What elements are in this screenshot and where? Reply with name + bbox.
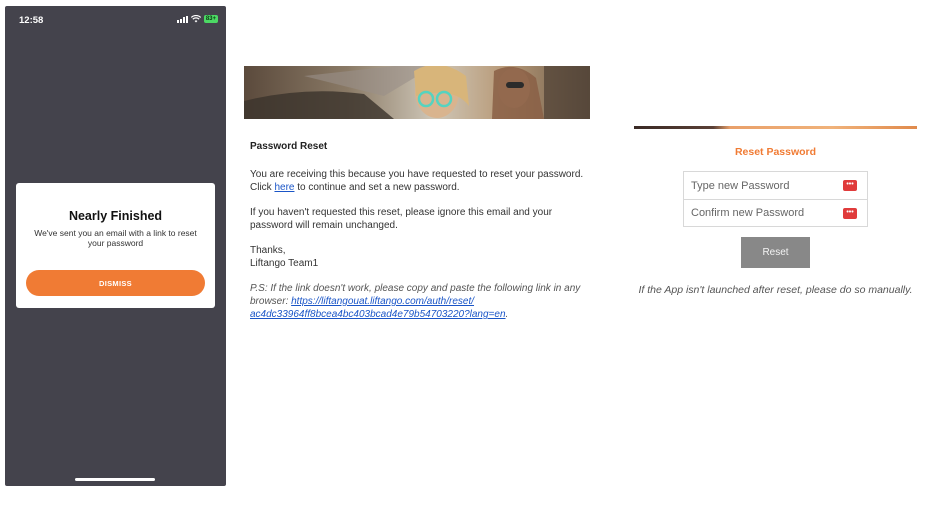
email-ps: P.S: If the link doesn't work, please co… [250, 283, 581, 320]
email-thanks: Thanks, [250, 245, 286, 256]
confirm-password-input[interactable] [684, 200, 867, 226]
reset-title: Reset Password [734, 146, 817, 158]
status-icons: 83+ [176, 15, 218, 23]
confirm-password-field: ••• [684, 199, 867, 226]
email-paragraph-request: You are receiving this because you have … [250, 169, 584, 193]
email-paragraph-ignore: If you haven't requested this reset, ple… [250, 207, 553, 231]
modal-message: We've sent you an email with a link to r… [34, 228, 197, 248]
phone-screen: 12:58 83+ Nearly Finished We've sent you… [5, 6, 226, 486]
dismiss-button[interactable]: DISMISS [26, 270, 205, 296]
reset-note: If the App isn't launched after reset, p… [638, 284, 913, 296]
nearly-finished-modal: Nearly Finished We've sent you an email … [16, 183, 215, 308]
signal-icon [176, 15, 188, 23]
email-body: You are receiving this because you have … [250, 168, 590, 321]
email-signature: Liftango Team1 [250, 258, 319, 269]
password-fields: ••• ••• [683, 171, 868, 227]
new-password-field: ••• [684, 172, 867, 199]
modal-title: Nearly Finished [68, 209, 163, 223]
home-indicator[interactable] [75, 478, 155, 481]
email-signoff: Thanks, Liftango Team1 [250, 244, 590, 270]
status-bar: 12:58 83+ [5, 6, 226, 32]
new-password-input[interactable] [684, 172, 867, 199]
reset-button[interactable]: Reset [741, 237, 810, 268]
status-time: 12:58 [19, 15, 44, 26]
password-manager-icon[interactable]: ••• [843, 208, 857, 219]
reset-here-link[interactable]: here [274, 182, 294, 193]
reset-email: Password Reset You are receiving this be… [244, 66, 590, 333]
email-banner-image [244, 66, 590, 119]
battery-icon: 83+ [203, 15, 218, 23]
wifi-icon [190, 15, 201, 23]
email-heading: Password Reset [250, 141, 328, 152]
password-manager-icon[interactable]: ••• [843, 180, 857, 191]
header-accent-bar [634, 126, 917, 129]
reset-password-panel: Reset Password ••• ••• Reset If the App … [634, 126, 917, 298]
